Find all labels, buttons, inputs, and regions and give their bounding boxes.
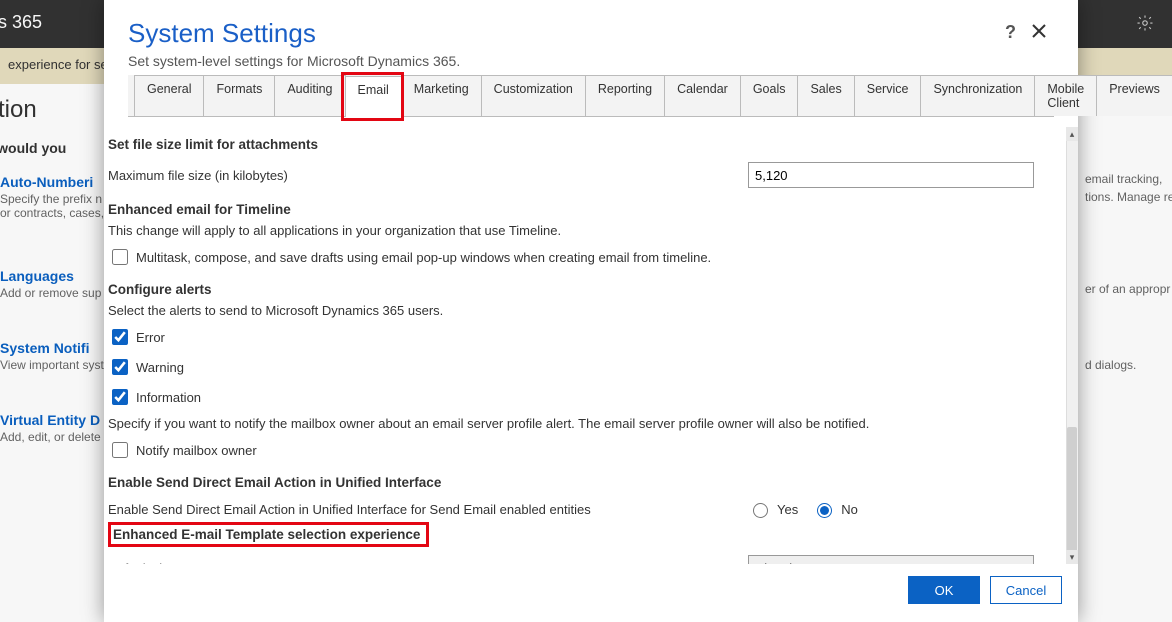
cancel-button[interactable]: Cancel (990, 576, 1062, 604)
dialog-body: Set file size limit for attachments Maxi… (104, 127, 1078, 564)
direct-email-label: Enable Send Direct Email Action in Unifi… (108, 502, 748, 517)
notify-owner-desc: Specify if you want to notify the mailbo… (108, 416, 1062, 431)
tab-goals[interactable]: Goals (740, 75, 799, 116)
scroll-thumb[interactable] (1067, 427, 1077, 564)
alert-information-label: Information (136, 390, 201, 405)
default-view-label: Default view (108, 561, 748, 565)
help-button[interactable]: ? (997, 18, 1024, 47)
tab-mobile-client[interactable]: Mobile Client (1034, 75, 1097, 116)
dialog-header: System Settings ? Set system-level setti… (104, 0, 1078, 127)
filesize-input[interactable] (748, 162, 1034, 188)
configure-alerts-title: Configure alerts (108, 282, 1062, 297)
direct-email-yes-option[interactable]: Yes (748, 500, 798, 518)
dialog-scroll-content: Set file size limit for attachments Maxi… (108, 127, 1064, 564)
alert-warning-checkbox[interactable] (112, 359, 128, 375)
close-button[interactable] (1024, 18, 1054, 47)
dialog-subtitle: Set system-level settings for Microsoft … (128, 53, 1054, 69)
alert-warning-label: Warning (136, 360, 184, 375)
scrollbar[interactable]: ▴ ▾ (1066, 127, 1078, 564)
notify-mailbox-owner-label: Notify mailbox owner (136, 443, 257, 458)
highlight-box-template-title: Enhanced E-mail Template selection exper… (108, 522, 429, 547)
filesize-label: Maximum file size (in kilobytes) (108, 168, 748, 183)
tab-customization[interactable]: Customization (481, 75, 586, 116)
notify-mailbox-owner-checkbox[interactable] (112, 442, 128, 458)
default-view-select[interactable]: List View (748, 555, 1034, 564)
tab-synchronization[interactable]: Synchronization (920, 75, 1035, 116)
tab-reporting[interactable]: Reporting (585, 75, 665, 116)
scroll-down-icon[interactable]: ▾ (1066, 550, 1078, 564)
tab-marketing[interactable]: Marketing (401, 75, 482, 116)
tab-calendar[interactable]: Calendar (664, 75, 741, 116)
tab-auditing[interactable]: Auditing (274, 75, 345, 116)
enhanced-timeline-section-title: Enhanced email for Timeline (108, 202, 1062, 217)
template-experience-title: Enhanced E-mail Template selection exper… (113, 527, 420, 542)
scroll-up-icon[interactable]: ▴ (1066, 127, 1078, 141)
direct-email-no-option[interactable]: No (812, 500, 858, 518)
multitask-checkbox-label: Multitask, compose, and save drafts usin… (136, 250, 711, 265)
tab-formats[interactable]: Formats (203, 75, 275, 116)
tab-service[interactable]: Service (854, 75, 922, 116)
direct-email-section-title: Enable Send Direct Email Action in Unifi… (108, 475, 1062, 490)
multitask-checkbox[interactable] (112, 249, 128, 265)
enhanced-timeline-desc: This change will apply to all applicatio… (108, 223, 1062, 238)
tab-previews[interactable]: Previews (1096, 75, 1172, 116)
tab-email[interactable]: Email (345, 76, 402, 117)
alert-error-label: Error (136, 330, 165, 345)
filesize-section-title: Set file size limit for attachments (108, 137, 1062, 152)
dialog-title: System Settings (128, 18, 997, 49)
tab-general[interactable]: General (134, 75, 204, 116)
system-settings-dialog: System Settings ? Set system-level setti… (104, 0, 1078, 622)
alert-information-checkbox[interactable] (112, 389, 128, 405)
ok-button[interactable]: OK (908, 576, 980, 604)
tab-strip: GeneralFormatsAuditingEmailMarketingCust… (128, 75, 1054, 117)
configure-alerts-desc: Select the alerts to send to Microsoft D… (108, 303, 1062, 318)
dialog-footer: OK Cancel (104, 564, 1078, 622)
alert-error-checkbox[interactable] (112, 329, 128, 345)
tab-sales[interactable]: Sales (797, 75, 854, 116)
